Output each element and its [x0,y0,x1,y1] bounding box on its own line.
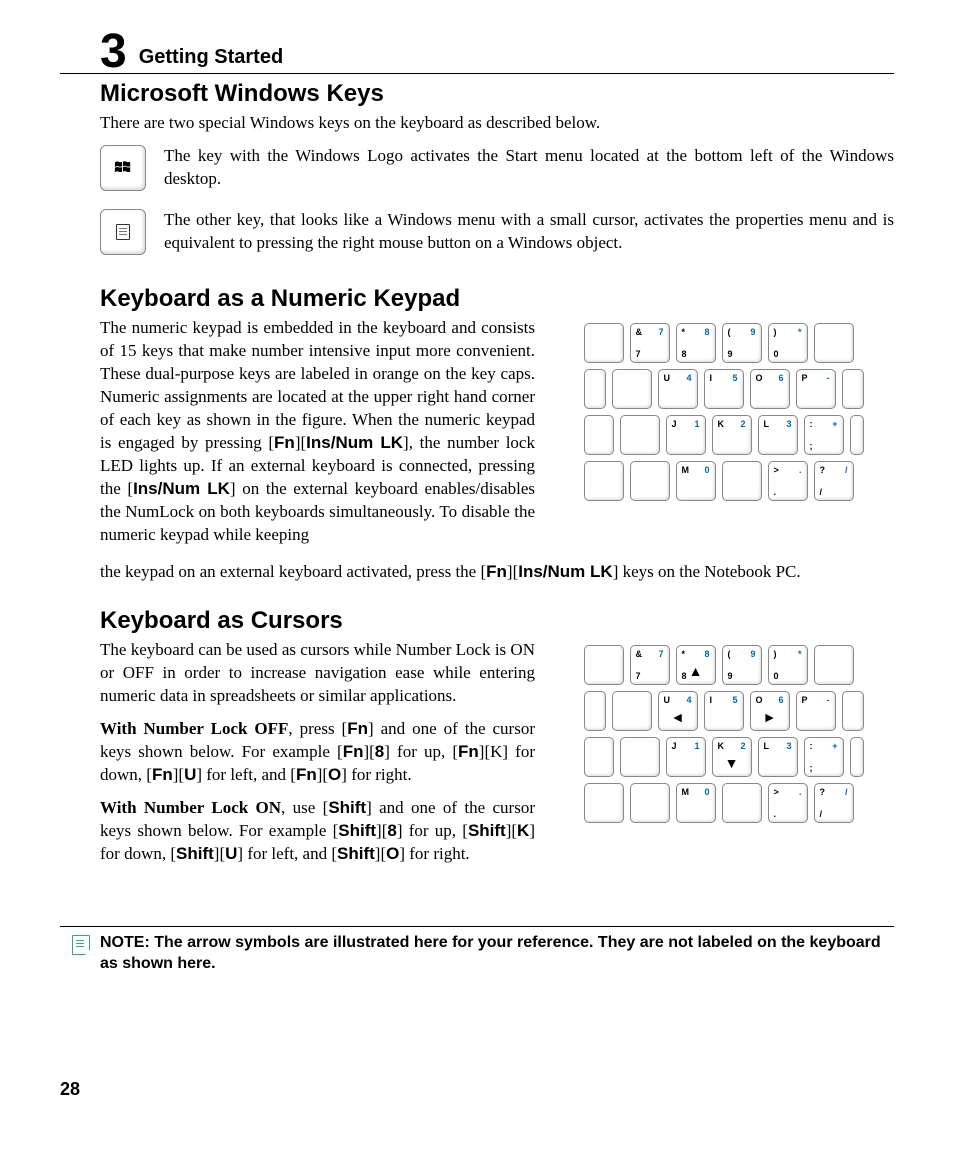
note-icon [72,935,90,955]
note-text: NOTE: The arrow symbols are illustrated … [100,933,894,975]
arrow-down-icon: ▼ [725,755,739,771]
row-windows-menu: The other key, that looks like a Windows… [60,209,894,255]
heading-numeric-keypad: Keyboard as a Numeric Keypad [60,285,894,313]
row-windows-logo: The key with the Windows Logo activates … [60,145,894,191]
windows-menu-description: The other key, that looks like a Windows… [164,209,894,255]
section-numeric-keypad: The numeric keypad is embedded in the ke… [60,317,894,556]
heading-cursors: Keyboard as Cursors [60,607,894,635]
section-cursors: The keyboard can be used as cursors whil… [60,639,894,875]
windows-logo-key-icon [100,145,146,191]
heading-windows-keys: Microsoft Windows Keys [60,80,894,108]
note-block: NOTE: The arrow symbols are illustrated … [60,926,894,975]
numpad-paragraph: The numeric keypad is embedded in the ke… [100,317,535,546]
chapter-number: 3 [60,30,139,73]
keypad-diagram-2: &77 *88▲ (99 )*0 U4◄ I5 O6► P- [584,645,864,823]
menu-glyph-icon [116,224,130,240]
arrow-left-icon: ◄ [671,709,685,725]
windows-menu-key-icon [100,209,146,255]
chapter-title: Getting Started [139,46,283,73]
numpad-continuation: the keypad on an external keyboard activ… [60,561,894,584]
page-number: 28 [60,1079,80,1100]
intro-windows-keys: There are two special Windows keys on th… [60,112,894,135]
arrow-up-icon: ▲ [689,663,703,679]
arrow-right-icon: ► [763,709,777,725]
windows-flag-icon [114,159,132,177]
cursor-intro: The keyboard can be used as cursors whil… [100,639,535,708]
figure-cursors: &77 *88▲ (99 )*0 U4◄ I5 O6► P- [553,639,894,875]
keypad-diagram-1: &77 *88 (99 )*0 U4 I5 O6 P- [584,323,864,501]
cursor-numon: With Number Lock ON, use [Shift] and one… [100,797,535,866]
chapter-header: 3 Getting Started [60,30,894,74]
cursor-numoff: With Number Lock OFF, press [Fn] and one… [100,718,535,787]
windows-logo-description: The key with the Windows Logo activates … [164,145,894,191]
figure-numpad: &77 *88 (99 )*0 U4 I5 O6 P- [553,317,894,556]
